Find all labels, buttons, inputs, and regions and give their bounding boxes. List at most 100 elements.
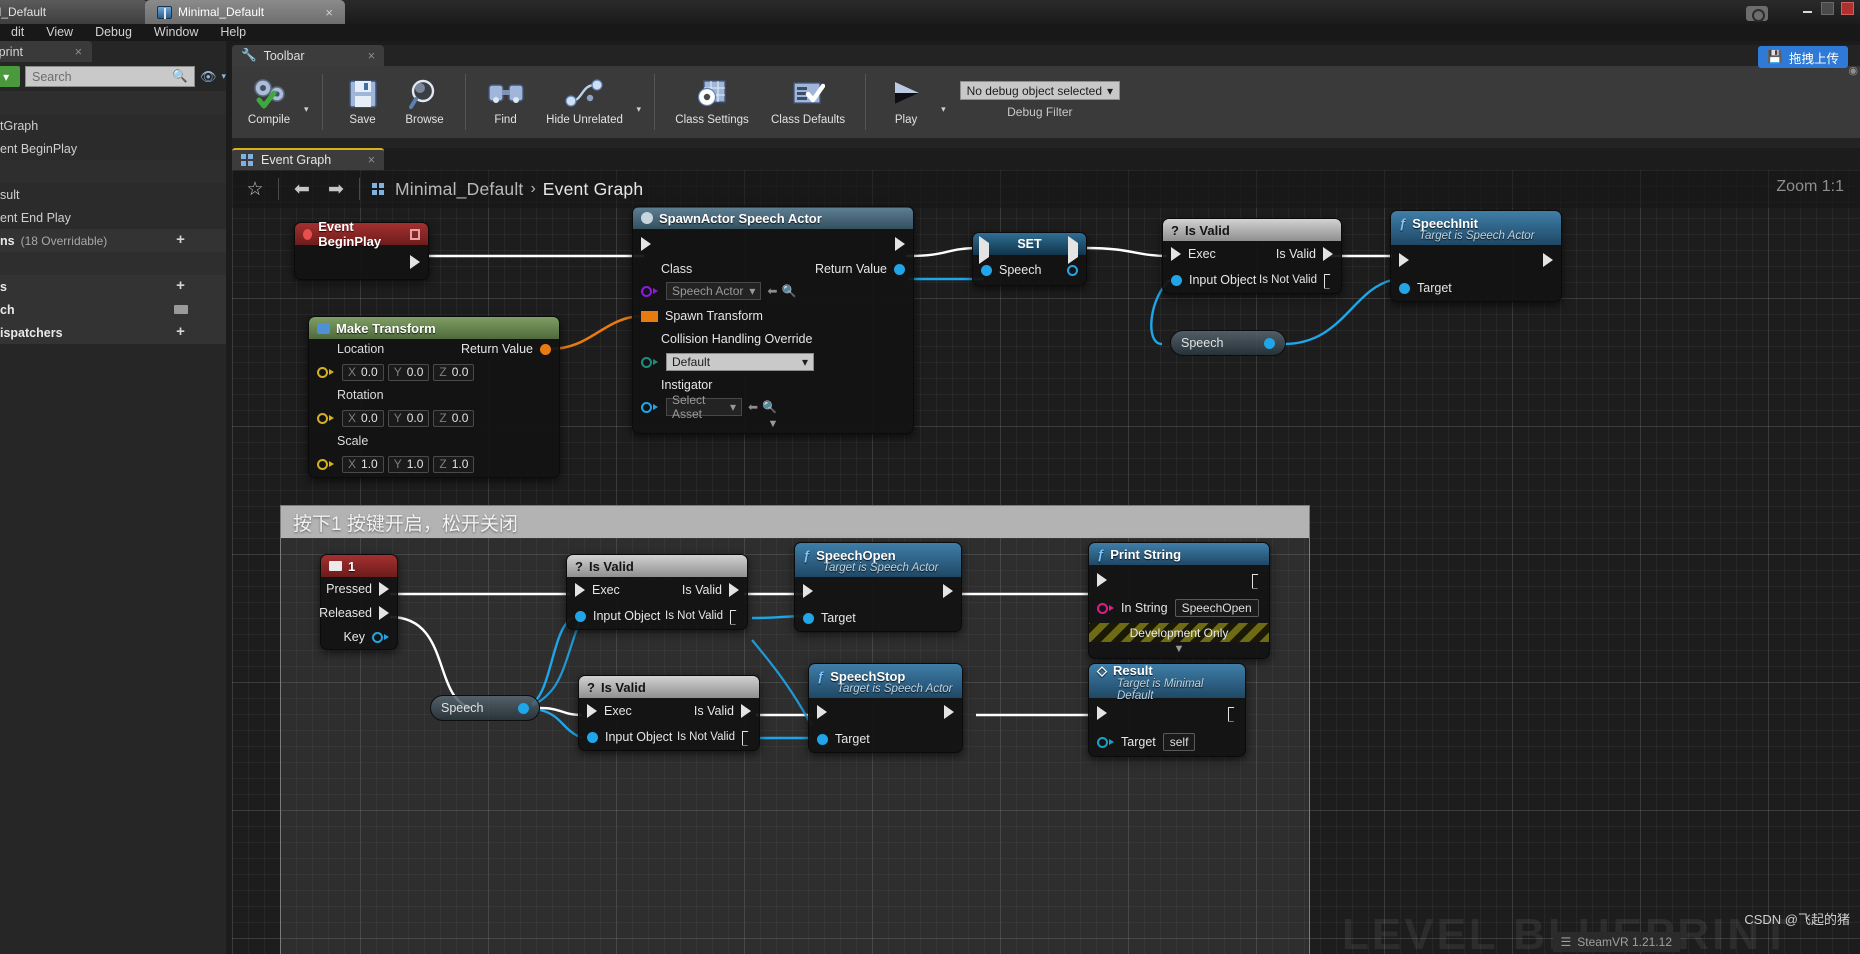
back-arrow-icon[interactable]: ⬅ [285, 174, 319, 204]
class-pin[interactable] [641, 285, 658, 297]
chevron-down-icon[interactable]: ▾ [937, 104, 950, 115]
tab-event-graph[interactable]: Event Graph × [232, 148, 384, 170]
node-is-valid-a[interactable]: ? Is Valid Exec Is Valid Input Object Is… [566, 554, 748, 630]
in-string-input[interactable]: SpeechOpen [1174, 599, 1259, 617]
return-value-pin[interactable] [894, 263, 905, 275]
target-pin[interactable] [817, 733, 828, 745]
blueprint-list-row[interactable]: ispatchers + [0, 321, 226, 344]
exec-out-pin[interactable] [1252, 574, 1261, 587]
reroute-speech-bottom[interactable]: Speech [430, 695, 540, 721]
blueprint-panel-tab[interactable]: lueprint × [0, 41, 92, 62]
add-icon[interactable]: + [173, 232, 188, 248]
instigator-select[interactable]: Select Asset ▾ [666, 393, 742, 421]
class-select[interactable]: Speech Actor ▾ [666, 282, 762, 300]
forward-arrow-icon[interactable]: ➡ [319, 174, 353, 204]
use-selected-icon[interactable]: ⬅ [767, 284, 777, 298]
exec-in-pin[interactable] [1399, 253, 1409, 267]
class-defaults-button[interactable]: Class Defaults [760, 68, 856, 136]
close-icon[interactable]: × [368, 49, 375, 63]
menu-item-debug[interactable]: Debug [84, 24, 143, 41]
close-icon[interactable]: × [368, 153, 375, 167]
add-icon[interactable]: + [173, 324, 188, 340]
target-input[interactable]: self [1162, 733, 1196, 751]
vector-field[interactable]: Z 0.0 [433, 363, 475, 381]
vector-field[interactable]: X 1.0 [342, 455, 384, 473]
node-spawn-actor[interactable]: SpawnActor Speech Actor Class Return Val… [632, 206, 914, 434]
browse-button[interactable]: Browse [394, 68, 456, 136]
exec-in-pin[interactable] [575, 583, 585, 597]
is-not-valid-pin[interactable] [1324, 274, 1333, 287]
is-valid-pin[interactable] [741, 704, 751, 718]
blueprint-list-row[interactable] [0, 252, 226, 275]
vector-field[interactable]: Y 1.0 [387, 455, 430, 473]
node-print-string[interactable]: ƒ Print String In String SpeechOpen Deve… [1088, 542, 1270, 659]
instigator-pin[interactable] [641, 401, 658, 413]
chevron-down-icon[interactable]: ▾ [300, 104, 313, 115]
blueprint-list-row[interactable]: sult [0, 183, 226, 206]
node-is-valid-top[interactable]: ? Is Valid Exec Is Valid Input Object Is… [1162, 218, 1342, 294]
node-is-valid-b[interactable]: ? Is Valid Exec Is Valid Input Object Is… [578, 675, 760, 751]
blueprint-list-row[interactable]: s + [0, 275, 226, 298]
node-make-transform[interactable]: Make Transform Location Return Value X 0.0 Y… [308, 316, 560, 478]
exec-out-pin[interactable] [943, 584, 953, 598]
use-selected-icon[interactable]: ⬅ [748, 400, 758, 414]
window-tab-active[interactable]: Minimal_Default × [145, 0, 345, 24]
blueprint-list-row[interactable]: ent BeginPlay [0, 137, 226, 160]
is-not-valid-pin[interactable] [742, 731, 751, 744]
vector-field[interactable]: X 0.0 [342, 363, 384, 381]
is-valid-pin[interactable] [729, 583, 739, 597]
close-window-button[interactable] [1841, 2, 1854, 15]
key-pin[interactable] [372, 631, 389, 643]
delegate-pin[interactable] [410, 228, 420, 240]
input-object-pin[interactable] [587, 731, 598, 743]
menu-item-window[interactable]: Window [143, 24, 209, 41]
breadcrumb-root[interactable]: Minimal_Default [395, 179, 523, 200]
released-pin[interactable] [379, 606, 389, 620]
exec-out-pin[interactable] [1543, 253, 1553, 267]
menu-item-edit[interactable]: dit [0, 24, 35, 41]
collision-pin[interactable] [641, 356, 658, 368]
spawn-transform-pin[interactable] [641, 310, 658, 322]
vector-field[interactable]: Z 1.0 [433, 455, 475, 473]
menu-item-help[interactable]: Help [209, 24, 257, 41]
mail-icon[interactable] [174, 305, 188, 314]
vector-field[interactable]: Y 0.0 [387, 363, 430, 381]
target-pin[interactable] [1399, 282, 1410, 294]
compile-button[interactable]: Compile [238, 68, 300, 136]
blueprint-list-row[interactable] [0, 160, 226, 183]
expand-node-icon[interactable]: ▼ [1089, 644, 1269, 658]
exec-out-pin[interactable] [944, 705, 954, 719]
speech-out-pin[interactable] [1067, 264, 1078, 276]
struct-pin[interactable] [317, 366, 334, 378]
node-speech-stop[interactable]: ƒ SpeechStop Target is Speech Actor Targ… [808, 663, 963, 753]
exec-in-pin[interactable] [641, 237, 651, 251]
blueprint-list-row[interactable]: ent End Play [0, 206, 226, 229]
search-input[interactable]: Search 🔍 [25, 66, 195, 87]
in-string-pin[interactable] [1097, 602, 1114, 614]
node-key-event-1[interactable]: 1 Pressed Released Key [319, 554, 398, 650]
speech-in-pin[interactable] [981, 264, 992, 276]
exec-out-pin[interactable] [895, 237, 905, 251]
blueprint-list-row[interactable]: tGraph [0, 114, 226, 137]
exec-in-pin[interactable] [803, 584, 813, 598]
upload-button[interactable]: 💾 拖拽上传 [1758, 46, 1848, 68]
expand-node-icon[interactable]: ▼ [633, 419, 913, 433]
class-settings-button[interactable]: Class Settings [664, 68, 760, 136]
blueprint-list-row[interactable]: ns (18 Overridable) + [0, 229, 226, 252]
minimize-button[interactable] [1801, 2, 1814, 15]
return-value-pin[interactable] [540, 343, 551, 355]
add-new-button[interactable]: ew ▾ [0, 66, 20, 87]
node-event-begin-play[interactable]: Event BeginPlay [294, 219, 429, 280]
chevron-down-icon[interactable]: ▾ [633, 104, 646, 115]
blueprint-list-row[interactable]: ch [0, 298, 226, 321]
exec-in-pin[interactable] [817, 705, 827, 719]
struct-pin[interactable] [317, 412, 334, 424]
vector-field[interactable]: Z 0.0 [433, 409, 475, 427]
maximize-button[interactable] [1821, 2, 1834, 15]
vector-field[interactable]: X 0.0 [342, 409, 384, 427]
browse-asset-icon[interactable]: 🔍 [781, 284, 796, 298]
chevron-down-icon[interactable]: ▾ [221, 71, 226, 82]
close-icon[interactable]: × [75, 45, 82, 59]
target-pin[interactable] [803, 612, 814, 624]
vector-field[interactable]: Y 0.0 [387, 409, 430, 427]
